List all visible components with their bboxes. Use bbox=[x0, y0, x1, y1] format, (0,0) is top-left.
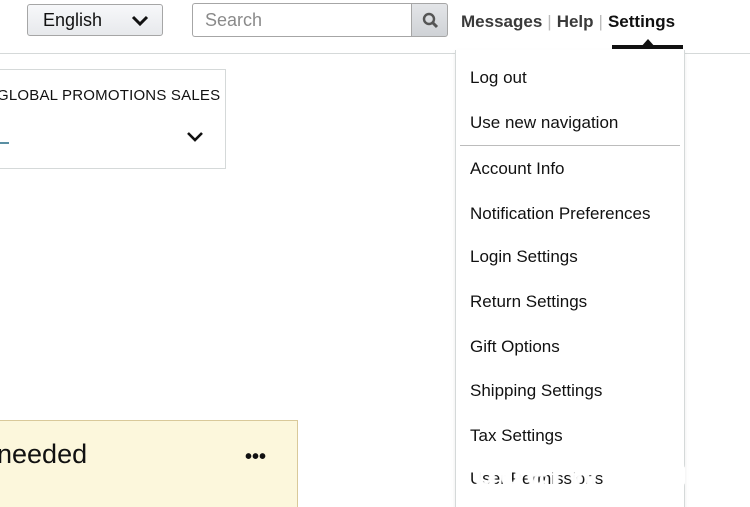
menu-item-tax-settings[interactable]: Tax Settings bbox=[470, 425, 563, 447]
menu-item-notification-preferences[interactable]: Notification Preferences bbox=[470, 203, 650, 225]
chevron-down-icon bbox=[131, 15, 149, 27]
menu-divider bbox=[460, 145, 680, 146]
search-input[interactable] bbox=[192, 3, 412, 37]
help-link[interactable]: Help bbox=[557, 12, 594, 31]
alert-card: needed ••• bbox=[0, 420, 298, 507]
menu-item-login-settings[interactable]: Login Settings bbox=[470, 246, 578, 268]
nav-separator: | bbox=[547, 12, 552, 31]
search-icon bbox=[422, 12, 439, 29]
settings-dropdown-menu: Log out Use new navigation Account Info … bbox=[455, 50, 685, 507]
search-button[interactable] bbox=[411, 3, 448, 37]
watermark: ugerwu.co bbox=[473, 451, 685, 495]
menu-item-shipping-settings[interactable]: Shipping Settings bbox=[470, 380, 602, 402]
nav-separator: | bbox=[598, 12, 603, 31]
alert-card-text: needed bbox=[0, 439, 88, 469]
settings-link[interactable]: Settings bbox=[608, 12, 675, 31]
menu-item-log-out[interactable]: Log out bbox=[470, 67, 527, 89]
menu-item-account-info[interactable]: Account Info bbox=[470, 158, 565, 180]
promo-card[interactable]: GLOBAL PROMOTIONS SALES bbox=[0, 69, 226, 169]
more-options-icon[interactable]: ••• bbox=[245, 447, 266, 467]
promo-card-dash bbox=[0, 142, 9, 144]
menu-item-use-new-navigation[interactable]: Use new navigation bbox=[470, 112, 618, 134]
promo-card-label: GLOBAL PROMOTIONS SALES bbox=[0, 87, 221, 104]
menu-item-return-settings[interactable]: Return Settings bbox=[470, 291, 587, 313]
messages-link[interactable]: Messages bbox=[461, 12, 542, 31]
page: English Messages|Help|Settings GLOBAL PR… bbox=[0, 0, 750, 507]
language-select[interactable]: English bbox=[27, 4, 163, 36]
language-select-value: English bbox=[43, 10, 103, 30]
menu-item-gift-options[interactable]: Gift Options bbox=[470, 336, 560, 358]
settings-active-underline bbox=[612, 45, 683, 49]
chevron-down-icon[interactable] bbox=[185, 130, 205, 144]
top-nav-links: Messages | Help | Settings bbox=[461, 8, 675, 36]
